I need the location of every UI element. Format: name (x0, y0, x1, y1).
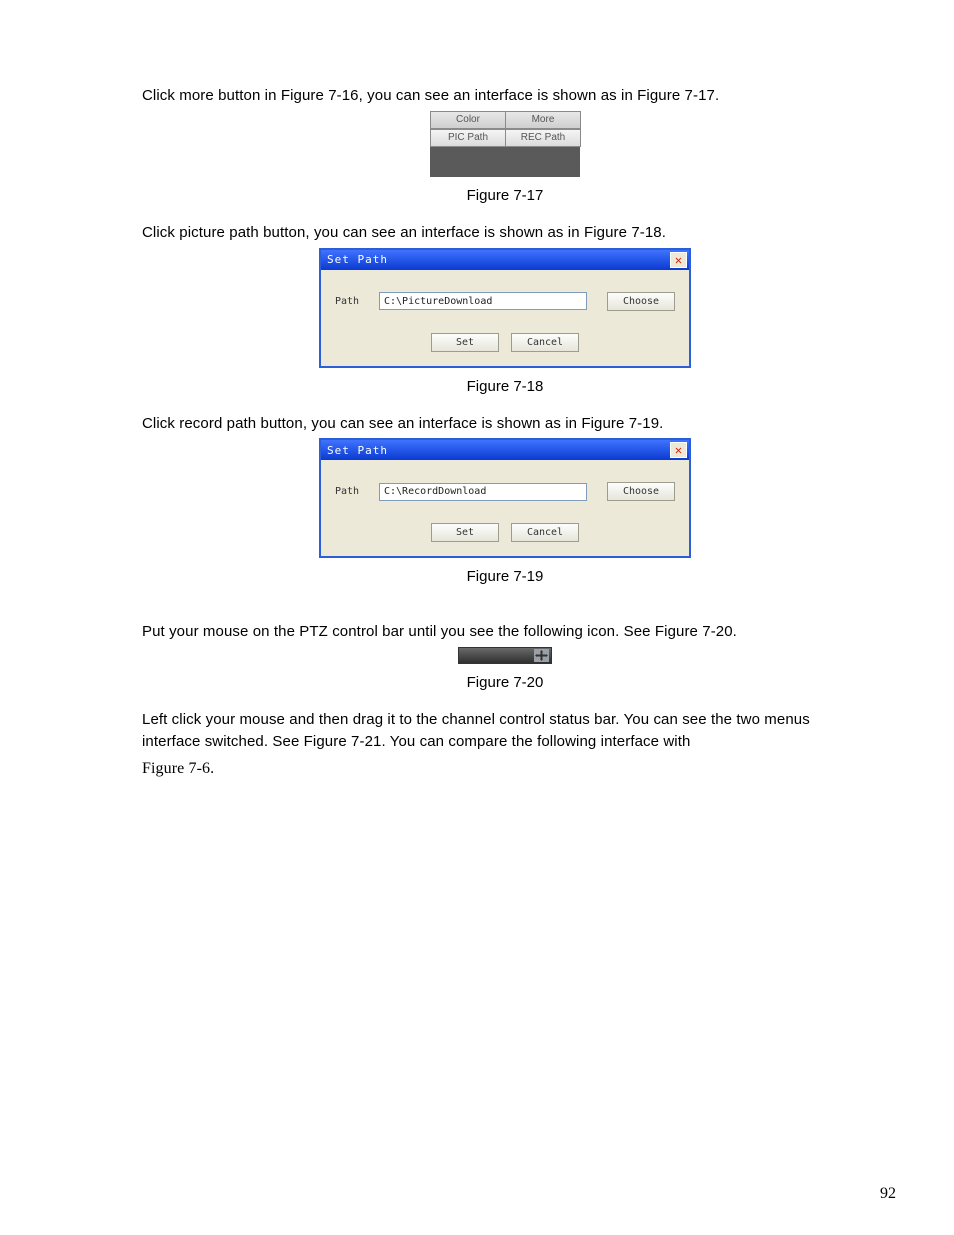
page-number: 92 (880, 1185, 896, 1203)
dialog-title: Set Path (327, 253, 388, 266)
figure-17-panel: Color More PIC Path REC Path (430, 111, 580, 177)
path-input[interactable]: C:\PictureDownload (379, 292, 587, 310)
figure-19-caption: Figure 7-19 (142, 568, 868, 585)
dialog-title: Set Path (327, 444, 388, 457)
set-path-dialog-picture: Set Path ✕ Path C:\PictureDownload Choos… (319, 248, 691, 368)
body-text: Left click your mouse and then drag it t… (142, 709, 868, 753)
body-text: Put your mouse on the PTZ control bar un… (142, 621, 868, 643)
rec-path-button[interactable]: REC Path (505, 129, 581, 147)
path-input[interactable]: C:\RecordDownload (379, 483, 587, 501)
figure-17-caption: Figure 7-17 (142, 187, 868, 204)
set-button[interactable]: Set (431, 523, 499, 542)
close-icon[interactable]: ✕ (670, 252, 687, 268)
choose-button[interactable]: Choose (607, 292, 675, 311)
body-text: Click more button in Figure 7-16, you ca… (142, 85, 868, 107)
dialog-titlebar: Set Path ✕ (321, 250, 689, 270)
figure-20-caption: Figure 7-20 (142, 674, 868, 691)
move-icon[interactable] (534, 649, 549, 662)
cancel-button[interactable]: Cancel (511, 333, 579, 352)
more-button[interactable]: More (505, 111, 581, 129)
choose-button[interactable]: Choose (607, 482, 675, 501)
body-text: Click picture path button, you can see a… (142, 222, 868, 244)
path-label: Path (335, 296, 369, 307)
path-label: Path (335, 486, 369, 497)
cancel-button[interactable]: Cancel (511, 523, 579, 542)
figure-18-caption: Figure 7-18 (142, 378, 868, 395)
close-icon[interactable]: ✕ (670, 442, 687, 458)
body-text-serif: Figure 7-6. (142, 757, 868, 780)
ptz-control-bar (458, 647, 552, 664)
dialog-titlebar: Set Path ✕ (321, 440, 689, 460)
body-text: Click record path button, you can see an… (142, 413, 868, 435)
color-button[interactable]: Color (430, 111, 506, 129)
set-button[interactable]: Set (431, 333, 499, 352)
set-path-dialog-record: Set Path ✕ Path C:\RecordDownload Choose… (319, 438, 691, 558)
pic-path-button[interactable]: PIC Path (430, 129, 506, 147)
